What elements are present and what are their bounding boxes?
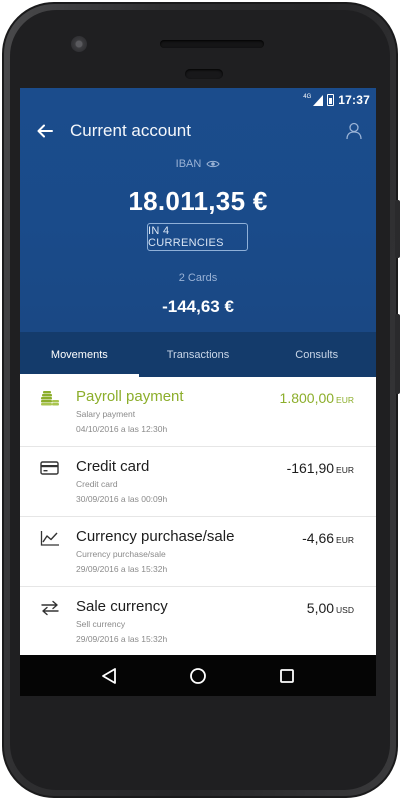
movement-subtitle: Salary payment — [76, 409, 136, 419]
amount-currency: USD — [336, 605, 354, 615]
power-button — [395, 200, 400, 258]
nav-back-button[interactable] — [99, 666, 119, 686]
credit-card-icon — [40, 461, 59, 475]
amount-value: 1.800,00 — [279, 390, 335, 406]
amount-value: -161,90 — [286, 460, 335, 476]
account-balance: 18.011,35 € — [128, 186, 268, 216]
proximity-sensor — [185, 69, 223, 79]
movement-amount: 5,00 USD — [307, 600, 354, 616]
nav-recents-button[interactable] — [277, 666, 297, 686]
cards-amount: -144,63 € — [162, 297, 234, 316]
android-nav-bar — [20, 655, 376, 696]
movement-date: 29/09/2016 a las 15:32h — [76, 564, 168, 574]
account-header: 4G 17:37 Current account IBAN 18.011,35 … — [20, 88, 376, 332]
movement-amount: -4,66 EUR — [302, 530, 354, 546]
movement-amount: -161,90 EUR — [287, 460, 354, 476]
amount-value: -4,66 — [302, 530, 335, 546]
movement-subtitle: Sell currency — [76, 619, 126, 629]
status-bar: 4G 17:37 — [303, 91, 370, 109]
tab-movements[interactable]: Movements — [20, 332, 139, 377]
tab-transactions[interactable]: Transactions — [139, 332, 258, 377]
movement-subtitle: Currency purchase/sale — [76, 549, 166, 559]
triangle-back-icon — [101, 667, 116, 684]
nav-home-button[interactable] — [188, 666, 208, 686]
tab-bar: Movements Transactions Consults — [20, 332, 376, 377]
amount-currency: EUR — [336, 535, 354, 545]
status-time: 17:37 — [338, 93, 370, 107]
eye-icon — [206, 160, 220, 168]
list-item[interactable]: Payroll payment Salary payment 04/10/201… — [20, 377, 376, 447]
amount-currency: EUR — [336, 465, 354, 475]
list-item[interactable]: Currency purchase/sale Currency purchase… — [20, 517, 376, 587]
amount-currency: EUR — [336, 395, 354, 405]
signal-icon — [313, 94, 324, 106]
back-arrow-icon[interactable] — [36, 122, 54, 140]
movements-list: Payroll payment Salary payment 04/10/201… — [20, 377, 376, 655]
iban-label: IBAN — [175, 158, 202, 170]
list-item[interactable]: Credit card Credit card 30/09/2016 a las… — [20, 447, 376, 517]
earpiece-speaker — [160, 40, 264, 48]
page-title: Current account — [70, 121, 191, 140]
movement-date: 29/09/2016 a las 15:32h — [76, 634, 168, 644]
user-icon[interactable] — [346, 122, 362, 140]
app-bar: Current account — [20, 118, 376, 148]
movement-title: Sale currency — [76, 598, 168, 615]
movement-title: Credit card — [76, 458, 150, 475]
square-recents-icon — [280, 668, 295, 683]
movement-date: 30/09/2016 a las 00:09h — [76, 494, 168, 504]
front-camera — [71, 36, 87, 52]
phone-screen: 4G 17:37 Current account IBAN 18.011,35 … — [20, 88, 376, 696]
list-item[interactable]: Sale currency Sell currency 29/09/2016 a… — [20, 587, 376, 655]
movement-title: Payroll payment — [76, 388, 184, 405]
network-label: 4G — [303, 94, 312, 100]
movement-subtitle: Credit card — [76, 479, 118, 489]
iban-toggle[interactable]: IBAN — [20, 158, 376, 170]
volume-button — [395, 314, 400, 394]
amount-value: 5,00 — [306, 600, 335, 616]
battery-icon — [327, 94, 335, 106]
circle-home-icon — [190, 667, 206, 684]
cards-count-label: 2 Cards — [178, 272, 218, 284]
currencies-button[interactable]: IN 4 CURRENCIES — [147, 223, 248, 251]
exchange-arrows-icon — [41, 600, 59, 616]
trend-chart-icon — [40, 531, 59, 546]
movement-amount: 1.800,00 EUR — [280, 390, 354, 406]
tab-consults[interactable]: Consults — [257, 332, 376, 377]
movement-date: 04/10/2016 a las 12:30h — [76, 424, 168, 434]
movement-title: Currency purchase/sale — [76, 528, 235, 545]
coins-icon — [41, 391, 59, 406]
